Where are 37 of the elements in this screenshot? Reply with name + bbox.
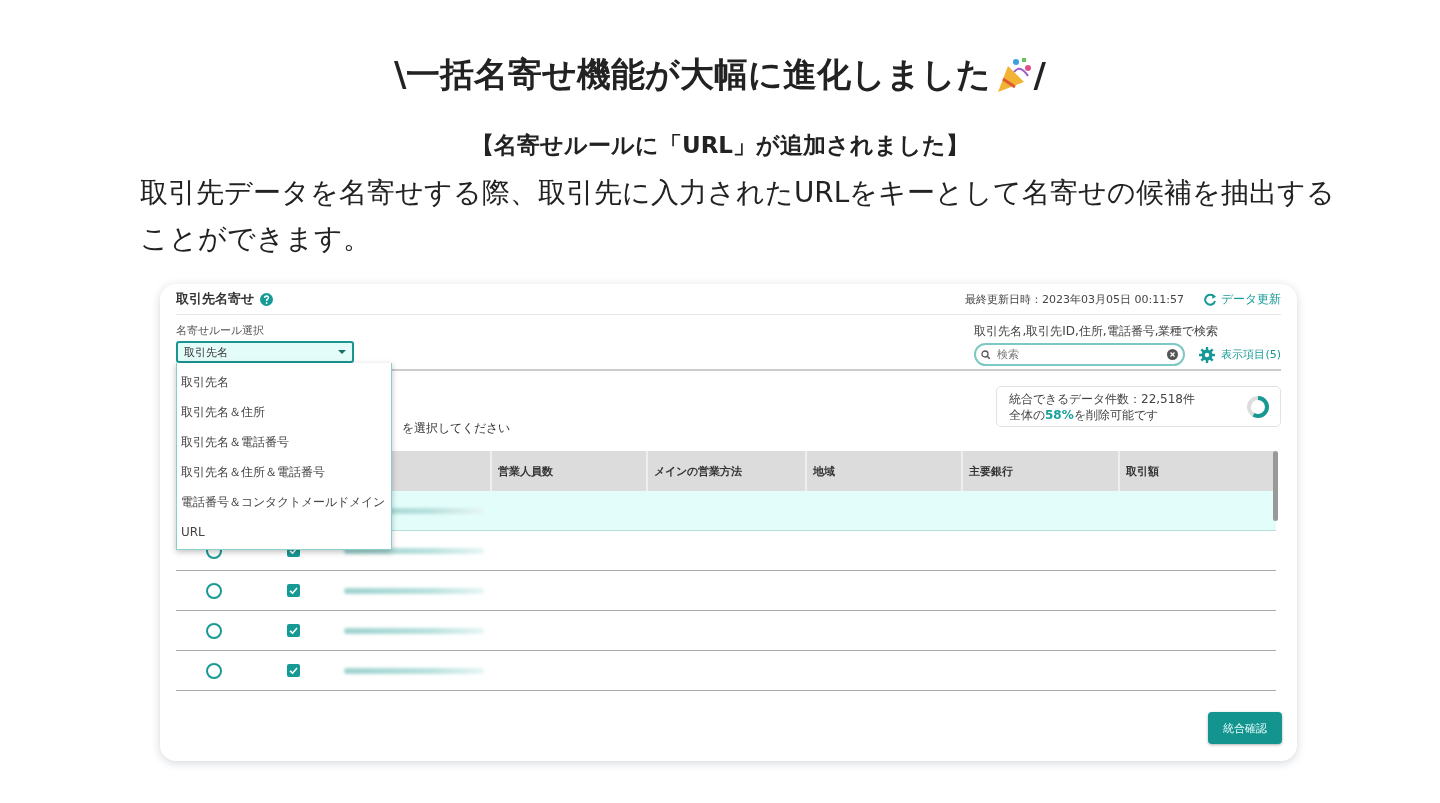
clear-icon[interactable]: [1167, 349, 1179, 360]
confirm-merge-button[interactable]: 統合確認: [1208, 712, 1282, 744]
subtitle: 【名寄せルールに「URL」が追加されました】: [469, 131, 970, 160]
description-paragraph: 取引先データを名寄せする際、取引先に入力されたURLをキーとして名寄せの候補を抽出することができます。: [140, 175, 1337, 257]
radio-button[interactable]: [205, 662, 222, 679]
display-columns-button[interactable]: 表示項目(5): [1199, 346, 1281, 363]
search-icon: [981, 350, 991, 359]
last-updated-text: 最終更新日時：2023年03月05日 00:11:57: [965, 291, 1184, 307]
deletable-share-text: 全体の58%を削除可能です: [1009, 406, 1159, 423]
search-field[interactable]: 検索: [974, 343, 1186, 366]
caret-icon: [338, 350, 346, 354]
progress-ring: [1246, 394, 1270, 419]
rule-label: 名寄せルール選択: [176, 323, 265, 338]
dropdown-option[interactable]: 取引先名＆住所＆電話番号: [177, 457, 391, 487]
search-hint: 取引先名,取引先ID,住所,電話番号,業種で検索: [974, 323, 1220, 340]
help-icon[interactable]: [260, 292, 273, 306]
dropdown-option[interactable]: 取引先名＆電話番号: [177, 427, 391, 457]
checkbox[interactable]: [287, 584, 300, 597]
gear-icon: [1199, 346, 1216, 363]
dropdown-option[interactable]: URL: [177, 517, 391, 547]
rule-select[interactable]: 取引先名: [176, 341, 354, 363]
refresh-icon: [1204, 292, 1217, 306]
radio-button[interactable]: [205, 582, 222, 599]
search-input[interactable]: 検索: [995, 347, 1163, 362]
dropdown-option[interactable]: 電話番号＆コンタクトメールドメイン: [177, 487, 391, 517]
checkbox[interactable]: [287, 624, 300, 637]
dropdown-option[interactable]: 取引先名: [177, 367, 391, 397]
refresh-button[interactable]: データ更新: [1204, 290, 1281, 308]
merge-count-text: 統合できるデータ件数：22,518件: [1009, 390, 1195, 407]
page-title: 取引先名寄せ: [176, 290, 254, 308]
scrollbar[interactable]: [1273, 451, 1278, 521]
radio-button[interactable]: [205, 622, 222, 639]
instruction-text: を選択してください: [402, 420, 510, 437]
headline-text: \一括名寄せ機能が大幅に進化しました: [394, 53, 992, 96]
headline-text: /: [1033, 55, 1046, 95]
checkbox[interactable]: [287, 664, 300, 677]
dropdown-option[interactable]: 取引先名＆住所: [177, 397, 391, 427]
